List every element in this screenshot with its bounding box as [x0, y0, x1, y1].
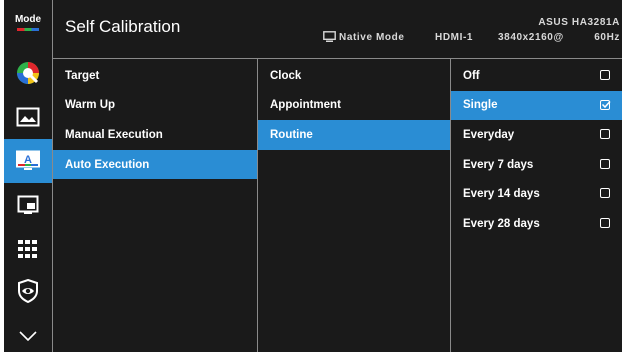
- checkbox-checked[interactable]: [600, 99, 611, 110]
- submenu-item-routine[interactable]: Routine: [258, 120, 450, 150]
- menu-item-label: Manual Execution: [65, 128, 163, 141]
- checkbox[interactable]: [600, 188, 610, 199]
- submenu-item-label: Routine: [270, 128, 313, 141]
- option-everyday[interactable]: Everyday: [451, 120, 622, 150]
- header: Self Calibration Native Mode HDMI-1 3840…: [53, 0, 622, 59]
- menu-item-manual-execution[interactable]: Manual Execution: [53, 120, 257, 150]
- submenu-item-label: Appointment: [270, 99, 341, 112]
- checkbox[interactable]: [600, 129, 610, 140]
- mode-button[interactable]: Mode: [4, 0, 52, 44]
- osd-menu: Mode A Self Calibration Native Mode HDMI…: [4, 0, 622, 352]
- option-label: Single: [463, 99, 498, 112]
- scroll-down-button[interactable]: [4, 314, 52, 358]
- monitor-icon: [323, 31, 336, 42]
- image-icon: [16, 107, 40, 127]
- submenu-column: Clock Appointment Routine: [258, 59, 451, 352]
- menu-item-warm-up[interactable]: Warm Up: [53, 91, 257, 121]
- pip-icon: [17, 195, 39, 214]
- refresh-rate-status: 60Hz: [594, 32, 620, 43]
- calibration-icon: A: [16, 150, 40, 170]
- options-column: Off Single Everyday Every 7 days Every 1…: [451, 59, 622, 352]
- checkbox[interactable]: [600, 217, 610, 228]
- input-source-status: HDMI-1: [435, 32, 474, 43]
- menu-item-auto-execution[interactable]: Auto Execution: [53, 149, 257, 180]
- option-off[interactable]: Off: [451, 61, 622, 91]
- option-label: Off: [463, 69, 480, 82]
- option-label: Everyday: [463, 128, 515, 141]
- mode-label: Mode: [14, 13, 42, 25]
- pip-button[interactable]: [4, 183, 52, 227]
- menu-item-target[interactable]: Target: [53, 61, 257, 91]
- sidebar: Mode A: [4, 0, 53, 352]
- mode-color-bar: [16, 27, 39, 31]
- chevron-down-icon: [19, 331, 37, 341]
- submenu-item-appointment[interactable]: Appointment: [258, 91, 450, 121]
- checkbox[interactable]: [600, 70, 610, 80]
- color-palette-icon: [17, 62, 39, 84]
- menu-item-label: Target: [65, 69, 100, 82]
- menu-item-label: Warm Up: [65, 99, 116, 112]
- input-button[interactable]: [4, 227, 52, 271]
- eye-shield-icon: [18, 279, 38, 303]
- calibration-button[interactable]: A: [4, 139, 52, 183]
- option-label: Every 14 days: [463, 188, 540, 201]
- option-every-14-days[interactable]: Every 14 days: [451, 179, 622, 209]
- menu-item-label: Auto Execution: [65, 158, 150, 171]
- option-every-28-days[interactable]: Every 28 days: [451, 209, 622, 239]
- check-icon: [601, 100, 611, 108]
- submenu-item-label: Clock: [270, 69, 302, 82]
- submenu-item-clock[interactable]: Clock: [258, 61, 450, 91]
- option-label: Every 7 days: [463, 158, 534, 171]
- checkbox[interactable]: [600, 158, 610, 169]
- image-button[interactable]: [4, 95, 52, 139]
- option-label: Every 28 days: [463, 217, 540, 230]
- option-single[interactable]: Single: [451, 90, 622, 121]
- eye-care-button[interactable]: [4, 269, 52, 313]
- input-grid-icon: [18, 240, 37, 258]
- page-title: Self Calibration: [65, 17, 181, 36]
- model-name: ASUS HA3281A: [538, 17, 620, 28]
- main-menu-column: Target Warm Up Manual Execution Auto Exe…: [53, 59, 258, 352]
- option-every-7-days[interactable]: Every 7 days: [451, 150, 622, 180]
- resolution-status: 3840x2160@: [498, 32, 564, 43]
- color-mode-status: Native Mode: [339, 32, 405, 43]
- color-palette-button[interactable]: [4, 51, 52, 95]
